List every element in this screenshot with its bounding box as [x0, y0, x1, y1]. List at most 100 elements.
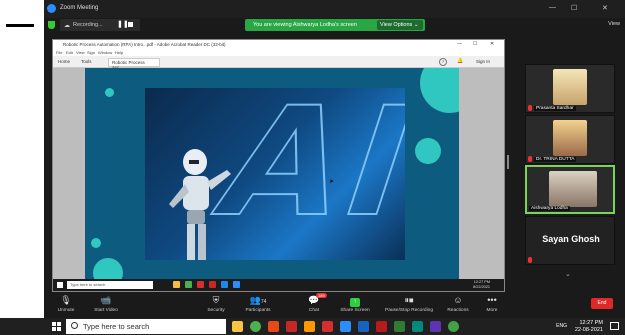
pause-recording-icon[interactable]: ❚❚	[117, 20, 129, 28]
chevron-down-icon[interactable]: ⌄	[565, 270, 571, 278]
panel-resize-handle[interactable]	[507, 155, 509, 169]
presentation-slide: AI ➤	[85, 68, 459, 279]
more-button[interactable]: ••• More	[472, 294, 512, 316]
app-icon[interactable]	[430, 321, 441, 332]
recording-indicator: ☁ Recording... ❚❚	[60, 19, 140, 31]
mic-muted-icon	[528, 156, 532, 162]
language-indicator[interactable]: ENG	[556, 323, 567, 329]
shared-date: 8/22/2021	[473, 285, 490, 289]
robot-figure	[169, 149, 231, 260]
chrome-icon[interactable]	[250, 321, 261, 332]
participant-tile-active-speaker[interactable]: Aishwarya Lodha	[525, 165, 615, 214]
security-shield-icon[interactable]	[48, 21, 55, 29]
chat-label: Chat	[308, 308, 320, 313]
acrobat-maximize-icon[interactable]: ☐	[473, 41, 477, 47]
app-icon[interactable]	[268, 321, 279, 332]
unmute-label: Unmute	[57, 308, 75, 313]
participant-name: Dr. TRINA DUTTA	[534, 157, 577, 162]
start-video-button[interactable]: 📹 Start Video	[86, 294, 126, 316]
tab-home[interactable]: Home	[58, 59, 70, 64]
office-icon[interactable]	[286, 321, 297, 332]
maximize-icon[interactable]: ☐	[571, 4, 577, 12]
taskbar-search-placeholder: Type here to search	[83, 322, 150, 331]
unmute-button[interactable]: 🎙 Unmute	[46, 294, 86, 316]
folder-icon	[173, 281, 180, 288]
acrobat-menubar: File Edit View Sign Window Help	[53, 49, 504, 56]
tab-tools[interactable]: Tools	[81, 59, 92, 64]
participant-video	[553, 120, 587, 156]
menu-edit[interactable]: Edit	[66, 50, 73, 55]
app-icon	[221, 281, 228, 288]
meeting-top-row: ☁ Recording... ❚❚ You are viewing Aishwa…	[44, 18, 625, 32]
mouse-cursor-icon: ➤	[329, 179, 335, 185]
tab-document[interactable]: Robotic Process Aut...	[108, 58, 160, 70]
taskbar-search-box[interactable]: Type here to search	[66, 319, 226, 334]
shared-start-icon	[57, 282, 63, 288]
file-explorer-icon[interactable]	[232, 321, 243, 332]
notification-icon[interactable]	[610, 322, 619, 330]
acrobat-icon[interactable]	[322, 321, 333, 332]
view-button[interactable]: View	[608, 21, 620, 27]
acrobat-close-icon[interactable]: ✕	[490, 41, 494, 47]
menu-window[interactable]: Window	[98, 50, 112, 55]
meeting-controls: 🎙 Unmute 📹 Start Video ⛨ Security 👥74 Pa…	[44, 292, 625, 318]
security-button[interactable]: ⛨ Security	[196, 294, 236, 316]
word-icon[interactable]	[358, 321, 369, 332]
app-icon	[197, 281, 204, 288]
close-icon[interactable]: ✕	[602, 4, 608, 12]
acrobat-minimize-icon[interactable]: —	[457, 41, 462, 47]
excel-icon[interactable]	[394, 321, 405, 332]
taskbar-clock[interactable]: 12:27 PM 22-08-2021	[575, 320, 603, 334]
minimize-icon[interactable]: —	[549, 4, 556, 11]
menu-sign[interactable]: Sign	[87, 50, 95, 55]
viewing-banner: You are viewing Aishwarya Lodha's screen…	[245, 19, 425, 31]
shared-clock: 12:27 PM 8/22/2021	[473, 280, 490, 290]
app-icon[interactable]	[304, 321, 315, 332]
participant-name: Prasanta Sardhar	[534, 106, 576, 111]
recording-button[interactable]: ⏸⏹ Pause/Stop Recording	[378, 294, 440, 316]
participant-tile[interactable]: Sayan Ghosh	[525, 216, 615, 265]
participant-name-display: Sayan Ghosh	[542, 234, 600, 244]
powerpoint-icon[interactable]	[376, 321, 387, 332]
help-icon[interactable]: ?	[439, 58, 447, 66]
zoom-icon[interactable]	[340, 321, 351, 332]
share-screen-label: Share Screen	[340, 308, 370, 313]
cloud-icon: ☁	[64, 23, 70, 29]
acrobat-icon	[209, 281, 216, 288]
participant-video	[549, 171, 597, 207]
view-options-button[interactable]: View Options ⌄	[377, 20, 423, 30]
menu-help[interactable]: Help	[115, 50, 123, 55]
participant-video	[553, 69, 587, 105]
end-meeting-button[interactable]: End	[591, 298, 613, 309]
participant-tile[interactable]: Dr. TRINA DUTTA	[525, 115, 615, 164]
notification-bell-icon[interactable]: 🔔	[457, 58, 463, 64]
video-off-icon: 📹	[100, 295, 112, 305]
security-label: Security	[207, 308, 225, 313]
menu-view[interactable]: View	[76, 50, 85, 55]
shared-search-box: Type here to search	[67, 281, 153, 289]
shared-time: 12:27 PM	[473, 280, 490, 284]
share-screen-button[interactable]: ↑ Share Screen	[332, 294, 378, 316]
background-window	[0, 0, 44, 318]
acrobat-title: Robotic Process Automation (RPA) Intro..…	[63, 42, 226, 47]
stop-recording-icon[interactable]	[128, 22, 133, 27]
acrobat-titlebar: Robotic Process Automation (RPA) Intro..…	[53, 40, 504, 49]
chat-icon: 💬	[308, 295, 320, 305]
more-label: More	[486, 308, 498, 313]
app-icon[interactable]	[412, 321, 423, 332]
document-area: AI ➤	[53, 68, 504, 279]
recording-label: Pause/Stop Recording	[385, 308, 433, 313]
participant-gallery: Prasanta Sardhar Dr. TRINA DUTTA Aishwar…	[521, 60, 619, 290]
zoom-window: Zoom Meeting — ☐ ✕ ☁ Recording... ❚❚ You…	[44, 0, 625, 318]
chrome-icon	[185, 281, 192, 288]
windows-start-icon[interactable]	[52, 322, 61, 331]
share-screen-icon: ↑	[332, 294, 378, 307]
more-dots-icon: •••	[487, 295, 497, 305]
decor-circle	[415, 138, 441, 164]
chat-button[interactable]: 💬 189 Chat	[294, 293, 334, 316]
sign-in-link[interactable]: Sign In	[476, 59, 490, 64]
participant-tile[interactable]: Prasanta Sardhar	[525, 64, 615, 113]
participants-button[interactable]: 👥74 Participants	[238, 294, 278, 316]
chrome-icon[interactable]	[448, 321, 459, 332]
menu-file[interactable]: File	[56, 50, 62, 55]
